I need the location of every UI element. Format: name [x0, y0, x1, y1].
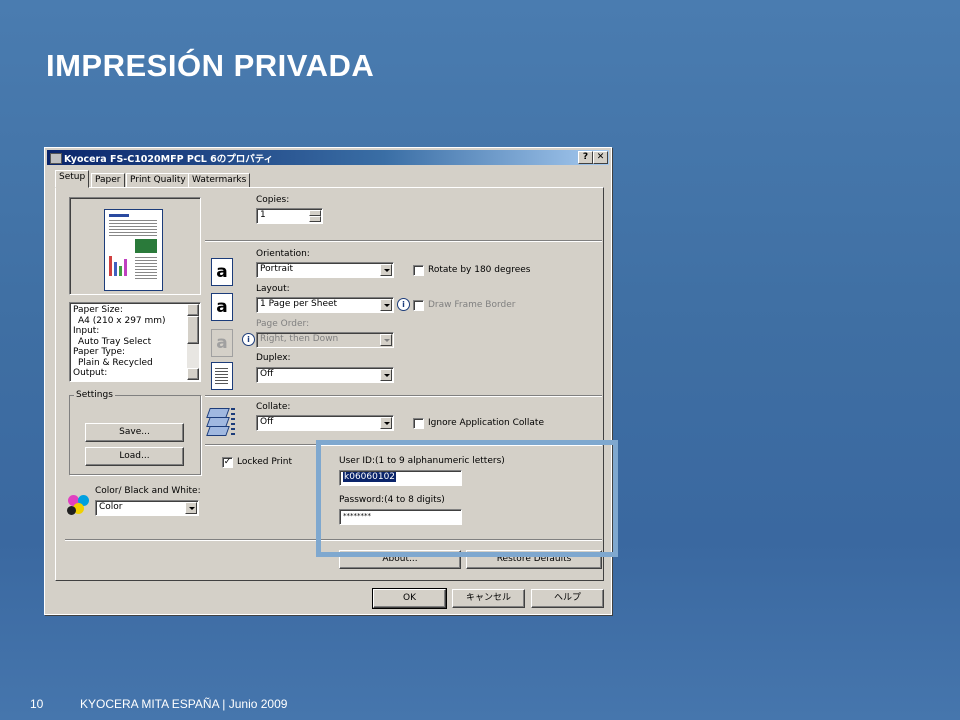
close-button[interactable]: ✕ [593, 151, 608, 164]
ignore-collate-label: Ignore Application Collate [428, 418, 544, 428]
info-icon[interactable]: i [242, 333, 255, 346]
tab-setup[interactable]: Setup [55, 170, 90, 188]
scroll-down-button[interactable] [187, 368, 199, 380]
scroll-up-button[interactable] [187, 304, 199, 316]
color-select-value: Color [99, 502, 123, 512]
paper-info-scrollbar[interactable] [187, 304, 199, 380]
layout-select[interactable]: 1 Page per Sheet [256, 297, 394, 313]
draw-frame-label: Draw Frame Border [428, 300, 516, 310]
ignore-collate-checkbox[interactable] [413, 418, 424, 429]
chevron-down-icon[interactable] [380, 299, 392, 311]
paper-info-list[interactable]: Paper Size: A4 (210 x 297 mm) Input: Aut… [69, 302, 201, 382]
cancel-button[interactable]: キャンセル [452, 589, 525, 608]
layout-icon: a [211, 293, 233, 321]
chevron-down-icon[interactable] [185, 502, 197, 514]
slide-title: IMPRESIÓN PRIVADA [46, 48, 375, 83]
scroll-thumb[interactable] [187, 316, 199, 344]
color-label: Color/ Black and White: [95, 486, 201, 496]
page-order-value: Right, then Down [260, 334, 339, 344]
rotate-180-checkbox[interactable] [413, 265, 424, 276]
tab-paper[interactable]: Paper [91, 173, 125, 188]
chevron-down-icon[interactable] [380, 334, 392, 346]
duplex-label: Duplex: [256, 353, 291, 363]
ok-button[interactable]: OK [372, 588, 447, 609]
color-select[interactable]: Color [95, 500, 199, 516]
portrait-orientation-icon: a [211, 258, 233, 286]
duplex-icon [211, 362, 233, 390]
info-icon[interactable]: i [397, 298, 410, 311]
orientation-label: Orientation: [256, 249, 310, 259]
color-balls-icon [66, 493, 92, 519]
copies-label: Copies: [256, 195, 290, 205]
copies-value: 1 [260, 210, 266, 220]
rotate-180-label: Rotate by 180 degrees [428, 265, 531, 275]
dialog-titlebar: Kyocera FS-C1020MFP PCL 6のプロパティ ? ✕ [47, 150, 609, 165]
dialog-title: Kyocera FS-C1020MFP PCL 6のプロパティ [64, 154, 274, 165]
tab-print-quality[interactable]: Print Quality [126, 173, 190, 188]
page-order-select[interactable]: Right, then Down [256, 332, 394, 348]
layout-label: Layout: [256, 284, 290, 294]
settings-group-label: Settings [74, 390, 115, 400]
separator [205, 395, 602, 397]
help-title-button[interactable]: ? [578, 151, 593, 164]
orientation-select[interactable]: Portrait [256, 262, 394, 278]
page-number: 10 [30, 697, 44, 711]
collate-icon [206, 408, 238, 438]
tab-watermarks[interactable]: Watermarks [188, 173, 251, 188]
draw-frame-checkbox[interactable] [413, 300, 424, 311]
help-button[interactable]: ヘルプ [531, 589, 604, 608]
page-thumbnail [104, 209, 163, 291]
chevron-down-icon[interactable] [380, 417, 392, 429]
collate-select[interactable]: Off [256, 415, 394, 431]
save-button[interactable]: Save... [85, 423, 184, 442]
chevron-down-icon[interactable] [380, 264, 392, 276]
page-order-label: Page Order: [256, 319, 310, 329]
copies-stepper[interactable]: 1 [256, 208, 323, 224]
collate-value: Off [260, 417, 274, 427]
layout-value: 1 Page per Sheet [260, 299, 338, 309]
locked-print-checkbox[interactable]: ✓ [222, 457, 233, 468]
load-button[interactable]: Load... [85, 447, 184, 466]
duplex-select[interactable]: Off [256, 367, 394, 383]
highlight-box [316, 440, 618, 557]
footer-text: KYOCERA MITA ESPAÑA | Junio 2009 [80, 697, 288, 711]
page-order-icon: a [211, 329, 233, 357]
orientation-value: Portrait [260, 264, 294, 274]
separator [205, 240, 602, 242]
duplex-value: Off [260, 369, 274, 379]
printer-icon [50, 153, 62, 164]
decrement-icon[interactable] [309, 216, 321, 222]
chevron-down-icon[interactable] [380, 369, 392, 381]
page-preview [69, 197, 201, 295]
paper-info-text: Paper Size: A4 (210 x 297 mm) Input: Aut… [73, 305, 166, 378]
collate-label: Collate: [256, 402, 291, 412]
locked-print-label: Locked Print [237, 457, 293, 467]
